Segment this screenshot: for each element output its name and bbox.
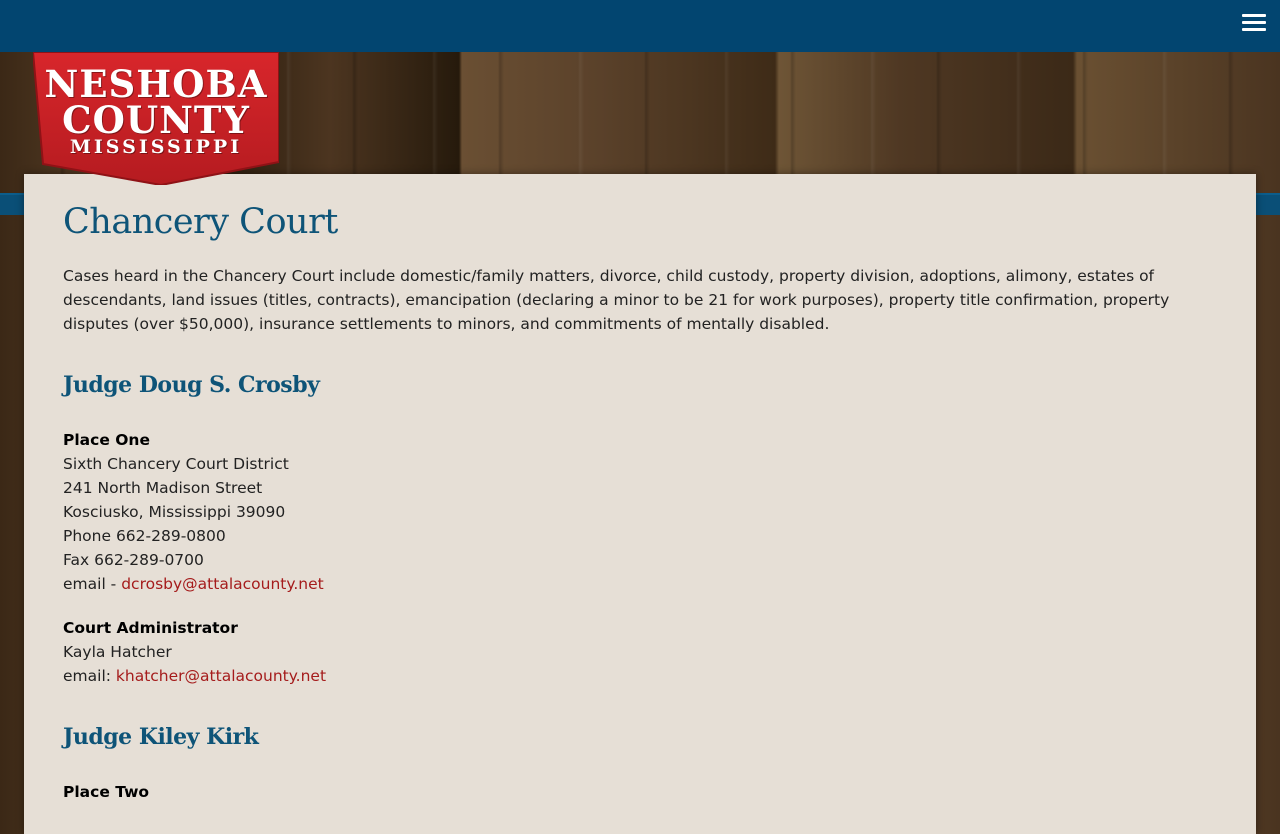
admin-email-label: email:	[63, 667, 116, 685]
court-administrator: Court Administrator Kayla Hatcher email:…	[63, 616, 1223, 688]
main-content: Chancery Court Cases heard in the Chance…	[63, 202, 1223, 804]
judge-two-place: Place Two	[63, 783, 150, 801]
judge-two-contact: Place Two	[63, 780, 1223, 804]
county-logo[interactable]: NESHOBA COUNTY MISSISSIPPI	[33, 52, 279, 185]
judge-one-email-label: email -	[63, 575, 122, 593]
admin-email-link[interactable]: khatcher@attalacounty.net	[116, 667, 326, 685]
judge-one-email-link[interactable]: dcrosby@attalacounty.net	[121, 575, 323, 593]
judge-one-name: Judge Doug S. Crosby	[63, 372, 320, 398]
judge-one-street: 241 North Madison Street	[63, 479, 263, 497]
judge-one-city: Kosciusko, Mississippi 39090	[63, 503, 286, 521]
admin-name: Kayla Hatcher	[63, 643, 172, 661]
judge-two-name: Judge Kiley Kirk	[63, 724, 259, 750]
judge-one-place: Place One	[63, 431, 150, 449]
logo-line-mississippi: MISSISSIPPI	[69, 136, 243, 158]
judge-one-phone: Phone 662-289-0800	[63, 527, 226, 545]
hamburger-menu-icon[interactable]	[1242, 14, 1266, 34]
admin-heading: Court Administrator	[63, 619, 238, 637]
top-bar	[0, 0, 1280, 52]
judge-one-contact: Place One Sixth Chancery Court District …	[63, 428, 1223, 596]
intro-paragraph: Cases heard in the Chancery Court includ…	[63, 267, 1170, 333]
page-title: Chancery Court	[63, 202, 338, 242]
judge-one-district: Sixth Chancery Court District	[63, 455, 289, 473]
judge-one-fax: Fax 662-289-0700	[63, 551, 204, 569]
content-panel: Chancery Court Cases heard in the Chance…	[24, 174, 1256, 834]
